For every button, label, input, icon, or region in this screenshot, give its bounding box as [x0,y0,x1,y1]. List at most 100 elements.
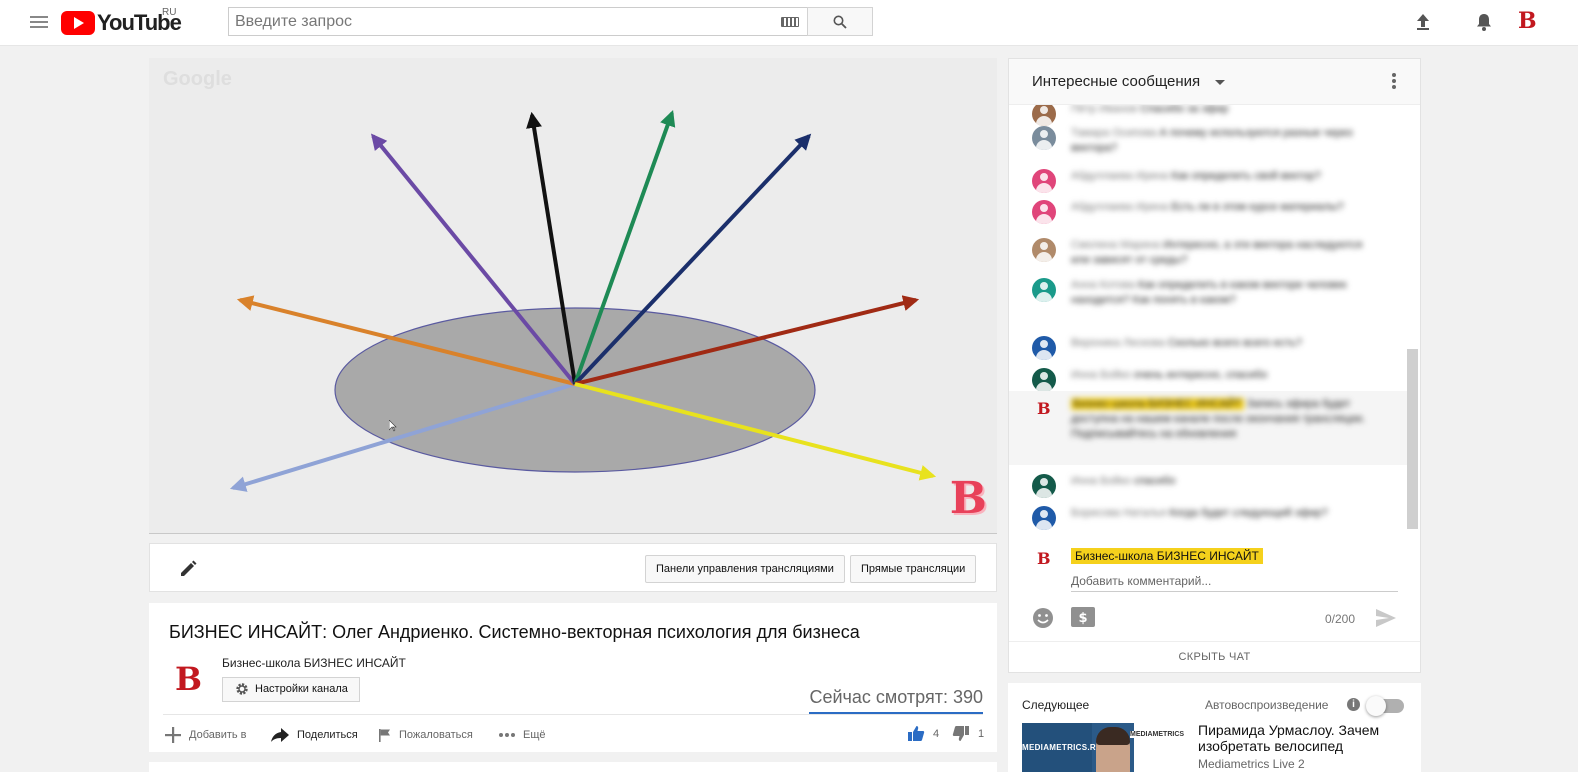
youtube-logo[interactable]: YouTube RU [61,7,182,36]
chat-avatar[interactable] [1032,474,1056,498]
chat-author[interactable]: Пётр Иванов [1071,105,1137,115]
chat-message[interactable]: Анна Котова Как определить в каком векто… [1009,273,1407,329]
chat-author[interactable]: Вероника Лескова [1071,337,1165,349]
chat-avatar[interactable] [1032,506,1056,530]
chat-author[interactable]: Инна Бойко [1071,475,1131,487]
chat-message[interactable]: B Бизнес-школа БИЗНЕС ИНСАЙТ Запись эфира… [1009,391,1407,465]
live-chat: Интересные сообщения Пётр Иванов Спасибо… [1008,58,1421,673]
share-button[interactable]: Поделиться [270,725,358,745]
next-video-title[interactable]: Пирамида Урмаслоу. Зачем изобретать вело… [1198,722,1413,754]
channel-settings-button[interactable]: Настройки канала [222,677,360,702]
divider [163,714,983,715]
comment-input[interactable] [1071,570,1398,592]
super-chat-icon[interactable]: $ [1071,607,1095,627]
notifications-icon[interactable] [1473,11,1495,33]
more-button[interactable]: Ещё [498,725,546,745]
disk-shape [334,307,816,473]
search-input[interactable] [228,7,807,36]
thumbs-up-icon [908,726,925,741]
next-video-thumbnail[interactable]: MEDIAMETRICS.RU MEDIAMETRICS [1022,723,1190,772]
autoplay-toggle[interactable] [1366,696,1404,716]
live-streams-button[interactable]: Прямые трансляции [850,555,977,583]
chat-message-text: Инна Бойко спасибо [1071,474,1381,489]
chat-message[interactable]: Пётр Иванов Спасибо за эфир [1009,105,1407,126]
share-icon [271,728,289,742]
chat-author[interactable]: Тамара Осипова [1071,127,1156,139]
dislike-button[interactable]: 1 [952,725,984,742]
chat-avatar[interactable] [1032,126,1056,150]
vector-diagram [229,109,937,492]
description-card [149,762,997,772]
add-to-label: Добавить в [189,729,247,741]
chat-mode-selector[interactable]: Интересные сообщения [1032,73,1200,90]
pencil-icon[interactable] [178,559,198,579]
chat-header: Интересные сообщения [1009,59,1420,105]
chat-text: Как определить свой вектор? [1171,170,1321,182]
top-bar: YouTube RU B [0,0,1578,46]
chat-avatar[interactable] [1032,368,1056,392]
chat-author[interactable]: Абдуллаева Ирина [1071,170,1168,182]
chat-message-text: Инна Бойко очень интересно, спасибо [1071,368,1381,383]
like-button[interactable]: 4 [907,725,939,742]
live-dashboard-button[interactable]: Панели управления трансляциями [645,555,845,583]
next-video-channel[interactable]: Mediametrics Live 2 [1198,757,1305,771]
gear-icon [236,683,248,695]
chat-author[interactable]: Инна Бойко [1071,369,1131,381]
chat-avatar[interactable] [1032,169,1056,193]
chat-message-list[interactable]: Пётр Иванов Спасибо за эфир Тамара Осипов… [1009,105,1409,533]
chat-message[interactable]: Смолина Марина Интересно, а эти вектора … [1009,233,1407,269]
chat-text: очень интересно, спасибо [1133,369,1268,381]
info-icon[interactable]: i [1347,698,1360,711]
chat-message-text: Бизнес-школа БИЗНЕС ИНСАЙТ Запись эфира … [1071,397,1381,442]
report-button[interactable]: Пожаловаться [378,725,473,745]
chat-message-text: Тамара Осипова А почему используются раз… [1071,126,1381,156]
channel-logo[interactable]: B [175,661,202,697]
chat-avatar[interactable] [1032,278,1056,302]
chat-menu-icon[interactable] [1392,73,1396,91]
channel-corner-logo: B [949,473,987,524]
search-button[interactable] [807,7,873,36]
chat-message[interactable]: Абдуллаева Ирина Есть ли в этом курсе ма… [1009,195,1407,231]
chat-author[interactable]: Смолина Марина [1071,239,1160,251]
chat-message[interactable]: Инна Бойко спасибо [1009,469,1407,498]
upload-icon[interactable] [1412,11,1434,33]
mouse-cursor-icon [389,420,397,432]
video-player[interactable]: Google B [149,58,997,534]
chat-avatar[interactable] [1032,200,1056,224]
chat-message[interactable]: Вероника Лескова Сколько всего всего ест… [1009,331,1407,360]
dislike-count: 1 [978,727,985,740]
chat-author[interactable]: Бизнес-школа БИЗНЕС ИНСАЙТ [1071,398,1244,410]
chat-author[interactable]: Анна Котова [1071,279,1135,291]
autoplay-label: Автовоспроизведение [1205,698,1329,712]
chat-text: Сколько всего всего есть? [1167,337,1303,349]
account-avatar[interactable]: B [1518,9,1537,33]
menu-icon[interactable] [30,13,48,31]
search-bar [228,7,873,36]
channel-settings-label: Настройки канала [255,683,348,695]
chat-message[interactable]: Борисова Наталья Когда будет следующий э… [1009,501,1407,530]
chat-scrollbar[interactable] [1407,349,1418,529]
send-icon[interactable] [1375,608,1397,628]
keyboard-icon[interactable] [781,17,799,27]
more-label: Ещё [523,729,546,741]
char-counter: 0/200 [1325,612,1356,626]
chat-message[interactable]: Тамара Осипова А почему используются раз… [1009,121,1407,157]
hide-chat-button[interactable]: СКРЫТЬ ЧАТ [1009,642,1420,673]
chat-message[interactable]: Абдуллаева Ирина Как определить свой век… [1009,164,1407,193]
chat-avatar[interactable] [1032,238,1056,262]
add-to-button[interactable]: Добавить в [164,725,247,745]
channel-name[interactable]: Бизнес-школа БИЗНЕС ИНСАЙТ [222,656,406,670]
thumbnail-brand: MEDIAMETRICS.RU [1022,743,1103,752]
live-controls-strip: Панели управления трансляциями Прямые тр… [149,543,997,592]
chat-message[interactable]: Инна Бойко очень интересно, спасибо [1009,363,1407,392]
caret-down-icon[interactable] [1215,80,1225,85]
emoji-icon[interactable] [1032,607,1054,629]
chat-avatar[interactable] [1032,336,1056,360]
svg-text:$: $ [1078,611,1087,626]
compose-author: Бизнес-школа БИЗНЕС ИНСАЙТ [1071,548,1263,564]
chat-author[interactable]: Абдуллаева Ирина [1071,201,1168,213]
chat-message-text: Вероника Лескова Сколько всего всего ест… [1071,336,1381,351]
chat-author[interactable]: Борисова Наталья [1071,507,1166,519]
chat-text: Спасибо за эфир [1140,105,1229,115]
chat-avatar[interactable]: B [1037,399,1051,418]
